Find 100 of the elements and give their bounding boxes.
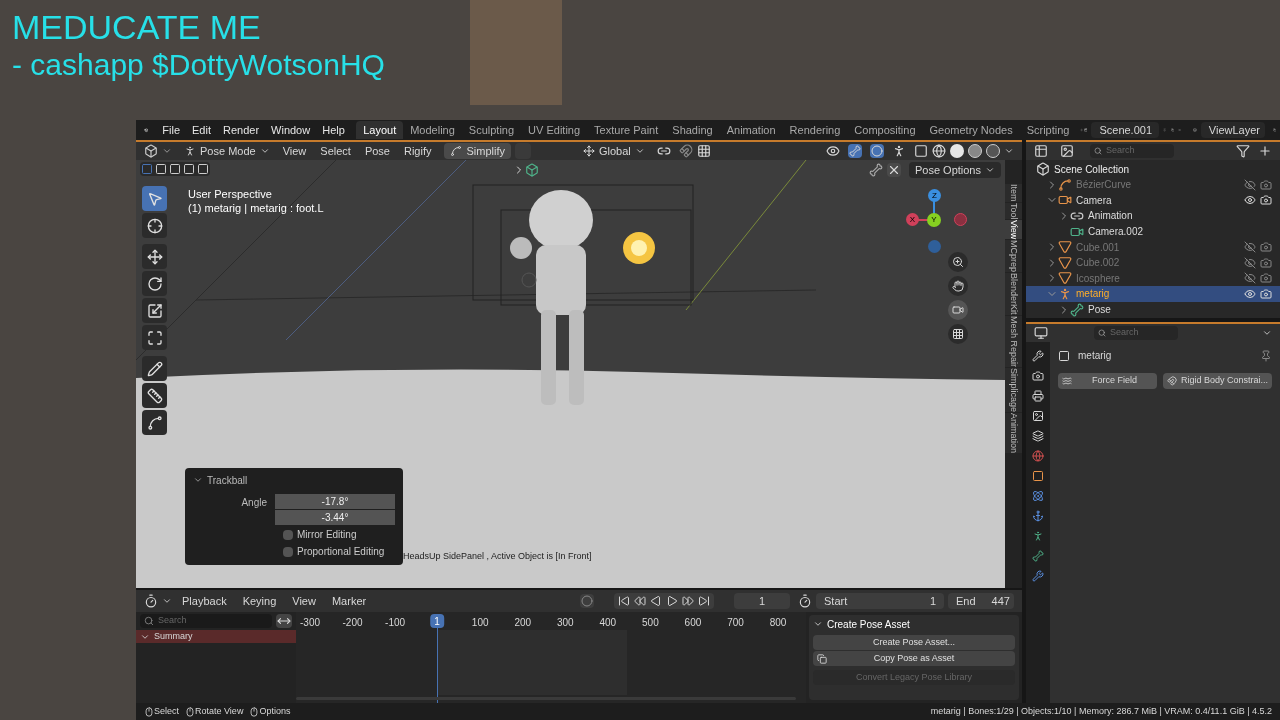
workspace-tab[interactable]: Shading — [665, 121, 720, 139]
menu-item[interactable]: View — [286, 592, 322, 610]
camera-icon[interactable] — [1260, 194, 1272, 207]
menu-item[interactable]: File — [156, 121, 186, 139]
next-keyframe-icon[interactable] — [682, 595, 695, 607]
closed-eye-icon[interactable] — [1244, 256, 1256, 269]
workspace-tab[interactable]: Compositing — [847, 121, 923, 139]
menu-item[interactable]: Window — [265, 121, 317, 139]
sidebar-tab[interactable]: Animation — [1005, 413, 1022, 454]
xray-icon[interactable] — [914, 144, 928, 158]
workspace-tab[interactable]: Layout — [356, 121, 404, 139]
tool-button[interactable] — [142, 383, 167, 408]
frame-range-field[interactable]: Start 1 — [816, 593, 944, 609]
tool-button[interactable] — [142, 325, 167, 350]
checkbox[interactable] — [283, 529, 293, 540]
sidebar-tab[interactable]: View — [1005, 220, 1022, 240]
mode-dropdown[interactable]: Pose Mode — [180, 143, 274, 159]
tool-button[interactable] — [142, 356, 167, 381]
play-reverse-icon[interactable] — [650, 595, 663, 607]
tool-button[interactable] — [142, 298, 167, 323]
solid-shading-button[interactable] — [950, 144, 964, 158]
jump-start-icon[interactable] — [618, 595, 631, 607]
menu-item[interactable]: Pose — [359, 142, 395, 160]
channel-row[interactable]: Summary — [136, 630, 296, 643]
jump-end-icon[interactable] — [698, 595, 711, 607]
checkbox[interactable] — [283, 546, 293, 557]
link-icon[interactable] — [656, 144, 671, 158]
negative-z-handle[interactable] — [928, 240, 941, 253]
new-collection-icon[interactable] — [1258, 144, 1272, 158]
perspective-button[interactable] — [948, 324, 968, 344]
pose-options-dropdown[interactable]: Pose Options — [908, 162, 1001, 178]
menu-item[interactable]: Select — [315, 142, 356, 160]
outliner-row[interactable]: Pose — [1026, 301, 1280, 318]
physics-button[interactable]: Rigid Body Constrai... — [1162, 373, 1272, 389]
editor-type-icon[interactable] — [1034, 144, 1048, 158]
menu-item[interactable]: View — [277, 142, 312, 160]
atom-icon[interactable] — [1032, 490, 1044, 502]
caret-icon[interactable] — [1262, 328, 1272, 338]
display-mode-icon[interactable] — [1060, 144, 1074, 158]
snap-icon[interactable] — [696, 144, 711, 158]
overlay-toggle[interactable] — [870, 144, 884, 158]
visibility-icon[interactable] — [826, 144, 840, 158]
wireframe-icon[interactable] — [932, 144, 946, 158]
workspace-tab[interactable]: Geometry Nodes — [922, 121, 1020, 139]
workspace-tab[interactable]: Animation — [719, 121, 783, 139]
menu-item[interactable]: Render — [217, 121, 266, 139]
menu-item[interactable]: Marker — [325, 592, 373, 610]
editor-type-icon[interactable] — [1034, 326, 1048, 340]
bone-icon[interactable] — [868, 163, 883, 177]
tool-button[interactable] — [142, 410, 167, 435]
sidebar-tab[interactable]: Simplicage — [1005, 367, 1022, 412]
layers-icon[interactable] — [1032, 430, 1044, 442]
physics-button[interactable]: Force Field — [1058, 373, 1157, 389]
view-layer-field[interactable]: ViewLayer — [1200, 122, 1265, 138]
menu-item[interactable]: Help — [316, 121, 351, 139]
swap-icon[interactable] — [276, 614, 292, 628]
camera-icon[interactable] — [1260, 287, 1272, 300]
z-axis-handle[interactable]: Z — [928, 189, 941, 202]
cube-icon[interactable] — [524, 163, 539, 177]
simplify-button[interactable]: Simplify — [444, 143, 511, 159]
printer-icon[interactable] — [1032, 390, 1044, 402]
tool-button[interactable] — [142, 271, 167, 296]
caret-icon[interactable] — [162, 146, 172, 156]
pin-icon[interactable] — [1260, 349, 1272, 362]
scene-field[interactable]: Scene.001 — [1091, 122, 1160, 138]
bone-icon[interactable] — [1032, 550, 1044, 562]
workspace-tab[interactable]: UV Editing — [521, 121, 588, 139]
magnet-icon[interactable] — [678, 144, 693, 158]
outliner-row[interactable]: Animation — [1026, 208, 1280, 224]
editor-type-icon[interactable] — [144, 144, 158, 158]
material-shading-button[interactable] — [968, 144, 982, 158]
tool-button[interactable] — [142, 244, 167, 269]
editor-type-icon[interactable] — [144, 594, 158, 608]
closed-eye-icon[interactable] — [1244, 272, 1256, 285]
stopwatch-icon[interactable] — [798, 594, 812, 608]
workspace-tab[interactable]: Sculpting — [461, 121, 522, 139]
menu-item[interactable]: Edit — [186, 121, 217, 139]
angle-field[interactable]: -17.8° — [275, 494, 395, 509]
menu-item[interactable]: Playback — [176, 592, 233, 610]
anchor-icon[interactable] — [1032, 510, 1044, 522]
workspace-tab[interactable]: Rendering — [782, 121, 848, 139]
zoom-button[interactable] — [948, 252, 968, 272]
frame-range-field[interactable]: End 447 — [948, 593, 1014, 609]
outliner-row[interactable]: metarig — [1026, 286, 1280, 302]
sidebar-tab[interactable]: Tool — [1005, 202, 1022, 220]
rendered-shading-button[interactable] — [986, 144, 1000, 158]
outliner-row[interactable]: Camera.002 — [1026, 223, 1280, 240]
menu-item[interactable]: Keying — [236, 592, 283, 610]
angle-field[interactable]: -3.44° — [275, 510, 395, 525]
orientation-dropdown[interactable]: Global — [579, 143, 649, 159]
current-frame-field[interactable]: 1 — [734, 593, 790, 609]
pose-asset-button[interactable]: Copy Pose as Asset — [813, 651, 1015, 666]
tool-button[interactable] — [142, 213, 167, 238]
caret-icon[interactable] — [162, 596, 172, 606]
workspace-tab[interactable]: Texture Paint — [587, 121, 666, 139]
wrench-icon[interactable] — [1032, 570, 1044, 582]
play-icon[interactable] — [666, 595, 679, 607]
sidebar-tab[interactable]: Mesh Repair — [1005, 315, 1022, 367]
figure-icon[interactable] — [1032, 530, 1044, 542]
eye-icon[interactable] — [1244, 194, 1256, 207]
